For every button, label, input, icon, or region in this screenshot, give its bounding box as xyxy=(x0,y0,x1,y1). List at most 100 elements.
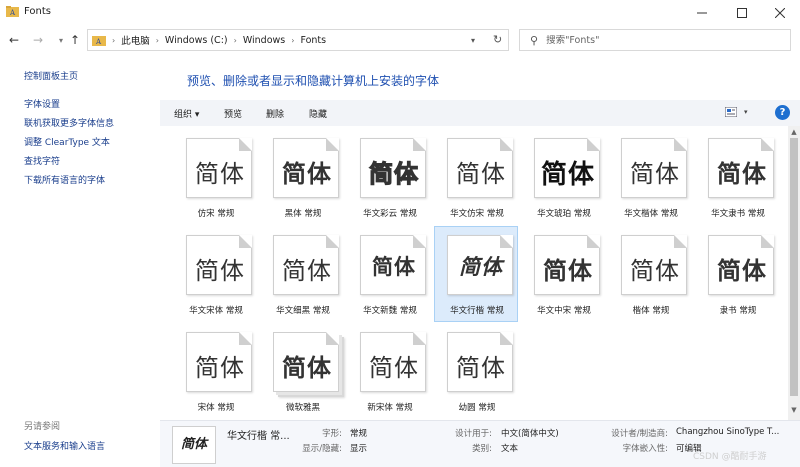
font-tile[interactable]: 简体 微软雅黑 xyxy=(260,323,344,419)
font-tile[interactable]: 简体 新宋体 常规 xyxy=(347,323,431,419)
font-sample-text: 简体 xyxy=(717,257,767,285)
folder-fonts-icon: A xyxy=(92,35,106,46)
svg-text:A: A xyxy=(95,38,102,46)
hide-button[interactable]: 隐藏 xyxy=(309,107,327,120)
font-name-label: 宋体 常规 xyxy=(197,403,235,413)
forward-arrow-icon[interactable]: → xyxy=(31,33,45,47)
link-text-services[interactable]: 文本服务和输入语言 xyxy=(24,439,105,452)
font-tile[interactable]: 简体 华文仿宋 常规 xyxy=(434,129,518,225)
font-preview-card: 简体 xyxy=(360,332,426,392)
view-options-icon[interactable] xyxy=(725,107,737,117)
chevron-right-icon: › xyxy=(112,35,116,45)
breadcrumb-fonts[interactable]: Fonts xyxy=(300,35,326,46)
organize-button[interactable]: 组织 ▾ xyxy=(174,107,199,120)
maximize-button[interactable] xyxy=(722,2,762,24)
address-dropdown-icon[interactable]: ▾ xyxy=(471,36,475,45)
font-tile[interactable]: 简体 华文中宋 常规 xyxy=(521,226,605,322)
scroll-down-arrow-icon[interactable]: ▼ xyxy=(788,406,800,414)
font-tile[interactable]: 简体 仿宋 常规 xyxy=(173,129,257,225)
font-tile[interactable]: 简体 隶书 常规 xyxy=(695,226,779,322)
search-icon: ⚲ xyxy=(530,33,539,47)
font-sample-text: 简体 xyxy=(282,160,332,188)
left-panel: 控制面板主页 字体设置 联机获取更多字体信息 调整 ClearType 文本 查… xyxy=(0,56,160,467)
recent-locations-chevron-icon[interactable]: ▾ xyxy=(54,36,68,45)
font-sample-text: 简体 xyxy=(630,257,680,285)
control-panel-home-link[interactable]: 控制面板主页 xyxy=(24,69,78,82)
font-tile[interactable]: 简体 华文新魏 常规 xyxy=(347,226,431,322)
font-tile[interactable]: 简体 华文彩云 常规 xyxy=(347,129,431,225)
up-arrow-icon[interactable]: ↑ xyxy=(68,33,82,47)
minimize-button[interactable] xyxy=(682,2,722,24)
view-chevron-down-icon[interactable]: ▾ xyxy=(744,108,748,116)
selected-font-thumbnail: 简体 xyxy=(172,426,216,464)
link-get-more-font-info[interactable]: 联机获取更多字体信息 xyxy=(24,116,114,135)
font-tile[interactable]: 简体 华文细黑 常规 xyxy=(260,226,344,322)
font-preview-card: 简体 xyxy=(708,138,774,198)
detail-key-category: 类别: xyxy=(472,444,492,454)
detail-value-show-hide: 显示 xyxy=(350,444,368,454)
font-name-label: 黑体 常规 xyxy=(284,209,322,219)
close-button[interactable] xyxy=(760,2,800,24)
font-sample-text: 简体 xyxy=(368,159,419,188)
font-tile[interactable]: 简体 宋体 常规 xyxy=(173,323,257,419)
font-preview-card: 简体 xyxy=(447,138,513,198)
delete-button[interactable]: 删除 xyxy=(266,107,284,120)
font-tile[interactable]: 简体 华文宋体 常规 xyxy=(173,226,257,322)
font-tile[interactable]: 简体 黑体 常规 xyxy=(260,129,344,225)
font-tile[interactable]: 简体华文行楷 常规 xyxy=(434,226,518,322)
chevron-right-icon: › xyxy=(155,35,159,45)
font-preview-card: 简体 xyxy=(186,332,252,392)
detail-key-designed-for: 设计用于: xyxy=(455,429,492,439)
font-sample-text: 简体 xyxy=(282,257,332,285)
font-sample-text: 简体 xyxy=(369,356,419,382)
font-tile[interactable]: 简体 华文隶书 常规 xyxy=(695,129,779,225)
font-name-label: 华文行楷 常规 xyxy=(450,306,504,316)
link-download-all-fonts[interactable]: 下载所有语言的字体 xyxy=(24,173,114,192)
link-adjust-cleartype[interactable]: 调整 ClearType 文本 xyxy=(24,135,114,154)
close-icon xyxy=(775,8,785,18)
title-bar: A Fonts xyxy=(0,0,800,26)
font-name-label: 华文仿宋 常规 xyxy=(450,209,504,219)
help-icon[interactable]: ? xyxy=(775,105,790,120)
breadcrumb-windows[interactable]: Windows xyxy=(243,35,285,46)
font-preview-card: 简体 xyxy=(534,138,600,198)
font-name-label: 华文宋体 常规 xyxy=(189,306,243,316)
font-preview-card: 简体 xyxy=(534,235,600,295)
font-name-label: 华文楷体 常规 xyxy=(624,209,678,219)
scroll-up-arrow-icon[interactable]: ▲ xyxy=(788,128,800,136)
scrollbar-thumb[interactable] xyxy=(790,138,798,396)
link-find-character[interactable]: 查找字符 xyxy=(24,154,114,173)
detail-key-designer: 设计者/制造商: xyxy=(611,429,668,439)
see-also-heading: 另请参阅 xyxy=(24,422,61,432)
detail-value-category: 文本 xyxy=(501,444,519,454)
font-sample-text: 简体 xyxy=(717,159,767,188)
search-box[interactable]: ⚲ xyxy=(519,29,791,51)
font-name-label: 华文琥珀 常规 xyxy=(537,209,591,219)
refresh-icon[interactable]: ↻ xyxy=(493,33,502,46)
font-preview-card: 简体 xyxy=(708,235,774,295)
detail-key-show-hide: 显示/隐藏: xyxy=(302,444,342,454)
vertical-scrollbar[interactable]: ▲ ▼ xyxy=(788,126,800,420)
font-name-label: 华文新魏 常规 xyxy=(363,306,417,316)
link-font-settings[interactable]: 字体设置 xyxy=(24,97,114,116)
font-tile[interactable]: 简体 华文琥珀 常规 xyxy=(521,129,605,225)
font-preview-card: 简体 xyxy=(621,235,687,295)
font-tile[interactable]: 简体 幼圆 常规 xyxy=(434,323,518,419)
chevron-right-icon: › xyxy=(291,35,295,45)
font-sample-text: 简体 xyxy=(459,254,503,279)
font-tile[interactable]: 简体 楷体 常规 xyxy=(608,226,692,322)
search-input[interactable] xyxy=(546,34,767,46)
font-sample-text: 简体 xyxy=(282,354,332,382)
svg-text:A: A xyxy=(9,9,16,17)
font-tile[interactable]: 简体 华文楷体 常规 xyxy=(608,129,692,225)
selected-font-name: 华文行楷 常... xyxy=(227,431,290,442)
font-sample-text: 简体 xyxy=(540,160,595,190)
breadcrumb-this-pc[interactable]: 此电脑 xyxy=(121,33,150,47)
detail-value-style: 常规 xyxy=(350,429,368,439)
preview-button[interactable]: 预览 xyxy=(224,107,242,120)
breadcrumb-c-drive[interactable]: Windows (C:) xyxy=(165,35,228,46)
font-preview-card: 简体 xyxy=(273,235,339,295)
address-bar[interactable]: A › 此电脑 › Windows (C:) › Windows › Fonts… xyxy=(87,29,509,51)
back-arrow-icon[interactable]: ← xyxy=(7,33,21,47)
minimize-icon xyxy=(697,12,707,14)
